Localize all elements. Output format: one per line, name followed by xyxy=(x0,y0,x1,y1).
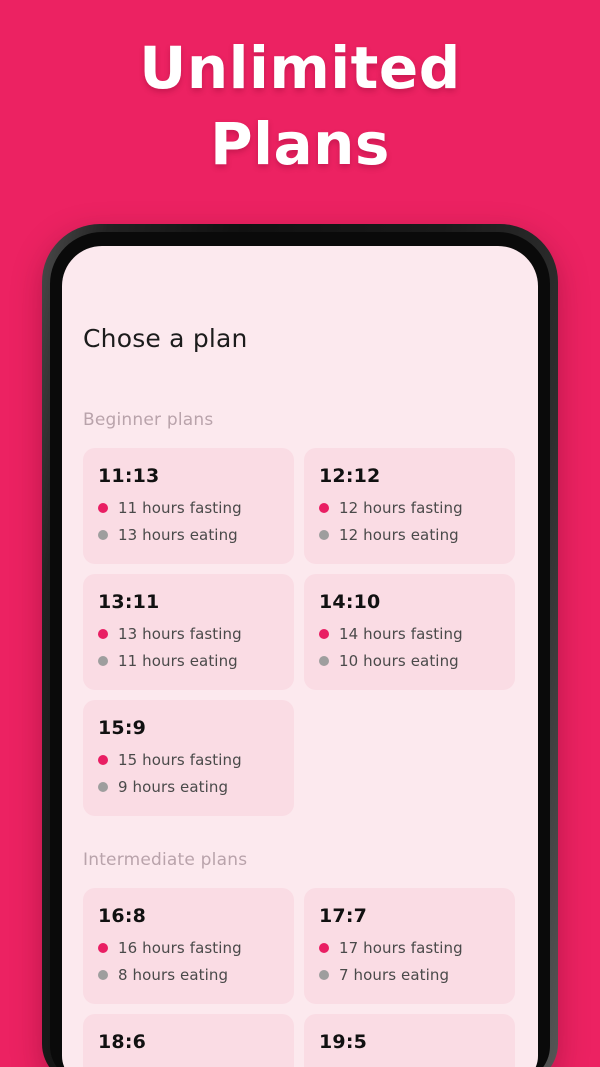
plan-card-title: 18:6 xyxy=(98,1031,147,1053)
eating-dot-icon xyxy=(98,530,108,540)
fasting-dot-icon xyxy=(98,755,108,765)
plan-eating-label: 13 hours eating xyxy=(118,526,238,544)
plan-card[interactable]: 11:13 11 hours fasting 13 hours eating xyxy=(83,448,294,564)
plan-fasting-label: 15 hours fasting xyxy=(118,751,242,769)
plan-card-title: 16:8 xyxy=(98,905,147,927)
plan-fasting-line: 11 hours fasting xyxy=(98,497,279,519)
plan-row-spacer xyxy=(304,700,515,816)
plan-card-title: 13:11 xyxy=(98,591,160,613)
eating-dot-icon xyxy=(98,970,108,980)
fasting-dot-icon xyxy=(319,629,329,639)
plan-card[interactable]: 19:5 19 hours fasting 5 hours eating xyxy=(304,1014,515,1067)
plan-card[interactable]: 18:6 18 hours fasting 6 hours eating xyxy=(83,1014,294,1067)
plan-card[interactable]: 17:7 17 hours fasting 7 hours eating xyxy=(304,888,515,1004)
plan-eating-line: 7 hours eating xyxy=(319,964,500,986)
fasting-dot-icon xyxy=(98,943,108,953)
hero-title-line-1: Unlimited xyxy=(139,34,461,102)
section-label-beginner: Beginner plans xyxy=(83,410,214,430)
eating-dot-icon xyxy=(319,530,329,540)
plan-fasting-label: 11 hours fasting xyxy=(118,499,242,517)
plan-card-title: 11:13 xyxy=(98,465,160,487)
plan-eating-line: 13 hours eating xyxy=(98,524,279,546)
plan-fasting-line: 14 hours fasting xyxy=(319,623,500,645)
eating-dot-icon xyxy=(319,970,329,980)
phone-screen: Chose a plan Beginner plans 11:13 11 hou… xyxy=(62,246,538,1067)
plan-eating-label: 12 hours eating xyxy=(339,526,459,544)
plan-fasting-line: 19 hours fasting xyxy=(319,1063,500,1067)
plan-eating-label: 8 hours eating xyxy=(118,966,229,984)
section-label-intermediate: Intermediate plans xyxy=(83,850,248,870)
plan-eating-line: 8 hours eating xyxy=(98,964,279,986)
plan-card[interactable]: 15:9 15 hours fasting 9 hours eating xyxy=(83,700,294,816)
plan-card[interactable]: 12:12 12 hours fasting 12 hours eating xyxy=(304,448,515,564)
plan-fasting-label: 16 hours fasting xyxy=(118,939,242,957)
plan-eating-line: 9 hours eating xyxy=(98,776,279,798)
plan-card-title: 17:7 xyxy=(319,905,368,927)
plan-fasting-line: 12 hours fasting xyxy=(319,497,500,519)
plan-card[interactable]: 14:10 14 hours fasting 10 hours eating xyxy=(304,574,515,690)
plan-eating-line: 12 hours eating xyxy=(319,524,500,546)
plan-fasting-label: 18 hours fasting xyxy=(118,1063,242,1067)
plan-eating-line: 11 hours eating xyxy=(98,650,279,672)
plan-fasting-line: 17 hours fasting xyxy=(319,937,500,959)
page-title: Chose a plan xyxy=(83,324,248,353)
phone-mockup-frame: Chose a plan Beginner plans 11:13 11 hou… xyxy=(42,224,558,1067)
plan-row: 15:9 15 hours fasting 9 hours eating xyxy=(83,700,517,816)
plan-card-title: 15:9 xyxy=(98,717,147,739)
plan-fasting-line: 15 hours fasting xyxy=(98,749,279,771)
plan-card[interactable]: 13:11 13 hours fasting 11 hours eating xyxy=(83,574,294,690)
plan-row: 18:6 18 hours fasting 6 hours eating 19:… xyxy=(83,1014,517,1067)
eating-dot-icon xyxy=(319,656,329,666)
plan-row: 13:11 13 hours fasting 11 hours eating 1… xyxy=(83,574,517,690)
hero-title-line-2: Plans xyxy=(210,110,390,178)
plan-fasting-label: 17 hours fasting xyxy=(339,939,463,957)
plan-fasting-line: 16 hours fasting xyxy=(98,937,279,959)
plan-card[interactable]: 16:8 16 hours fasting 8 hours eating xyxy=(83,888,294,1004)
plan-row: 16:8 16 hours fasting 8 hours eating 17:… xyxy=(83,888,517,1004)
plan-fasting-label: 12 hours fasting xyxy=(339,499,463,517)
plan-eating-label: 10 hours eating xyxy=(339,652,459,670)
fasting-dot-icon xyxy=(98,503,108,513)
fasting-dot-icon xyxy=(319,503,329,513)
plan-fasting-line: 18 hours fasting xyxy=(98,1063,279,1067)
hero-banner: Unlimited Plans xyxy=(0,0,600,214)
plan-eating-label: 11 hours eating xyxy=(118,652,238,670)
eating-dot-icon xyxy=(98,782,108,792)
plan-fasting-label: 19 hours fasting xyxy=(339,1063,463,1067)
plan-card-title: 19:5 xyxy=(319,1031,368,1053)
plan-fasting-line: 13 hours fasting xyxy=(98,623,279,645)
plan-eating-label: 9 hours eating xyxy=(118,778,229,796)
plan-list-scroll-area[interactable]: Chose a plan Beginner plans 11:13 11 hou… xyxy=(62,246,538,1067)
fasting-dot-icon xyxy=(98,629,108,639)
plan-eating-line: 10 hours eating xyxy=(319,650,500,672)
plan-eating-label: 7 hours eating xyxy=(339,966,450,984)
plan-card-title: 12:12 xyxy=(319,465,381,487)
plan-card-title: 14:10 xyxy=(319,591,381,613)
eating-dot-icon xyxy=(98,656,108,666)
plan-fasting-label: 14 hours fasting xyxy=(339,625,463,643)
plan-row: 11:13 11 hours fasting 13 hours eating 1… xyxy=(83,448,517,564)
fasting-dot-icon xyxy=(319,943,329,953)
plan-fasting-label: 13 hours fasting xyxy=(118,625,242,643)
